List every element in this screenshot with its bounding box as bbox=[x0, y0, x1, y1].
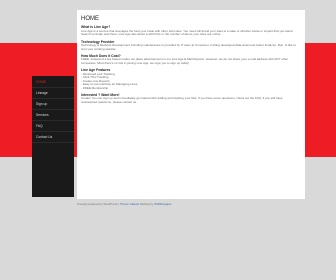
features-list: - Monitored Link Tracking - Click Thru T… bbox=[81, 72, 299, 91]
sidebar-nav: HOME Lineage Sign up Services FAQ Contac… bbox=[32, 76, 74, 197]
section-features: Line Age Features - Monitored Link Track… bbox=[77, 68, 305, 91]
footer-middle: Weblog by bbox=[139, 202, 155, 206]
footer-prefix: Proudly powered by WordPress | bbox=[77, 202, 120, 206]
nav-item-contact-us[interactable]: Contact Us bbox=[32, 132, 74, 143]
page-title: HOME bbox=[81, 16, 99, 22]
section-what-is: What is Line Age? Line Age is a service … bbox=[77, 25, 305, 37]
footer-author-link[interactable]: ShiftDesigner bbox=[154, 202, 171, 206]
nav-item-home[interactable]: HOME bbox=[32, 76, 74, 88]
nav-item-sign-up[interactable]: Sign up bbox=[32, 99, 74, 110]
section-technology: Technology Provider Technology & Methods… bbox=[77, 40, 305, 52]
main-content: HOME What is Line Age? Line Age is a ser… bbox=[77, 10, 305, 199]
section-interested: Interested ? Want More! Create! You can … bbox=[77, 93, 305, 105]
footer-theme-link[interactable]: Theme Classic bbox=[120, 202, 139, 206]
nav-item-services[interactable]: Services bbox=[32, 110, 74, 121]
section-cost: How Much Does it Cost? FREE. Instead of … bbox=[77, 54, 305, 66]
nav-item-lineage[interactable]: Lineage bbox=[32, 88, 74, 99]
list-item: - FREE Membership bbox=[81, 85, 109, 90]
section-paragraph: FREE. Instead of a fee based model, we p… bbox=[81, 57, 289, 65]
section-paragraph: Line Age is a service that leverages the… bbox=[81, 28, 293, 37]
footer: Proudly powered by WordPress | Theme Cla… bbox=[77, 202, 172, 206]
nav-item-faq[interactable]: FAQ bbox=[32, 121, 74, 132]
section-paragraph: Create! You can sign up and immediately … bbox=[81, 96, 283, 104]
section-paragraph: Technology & Methods Development includi… bbox=[81, 42, 296, 51]
